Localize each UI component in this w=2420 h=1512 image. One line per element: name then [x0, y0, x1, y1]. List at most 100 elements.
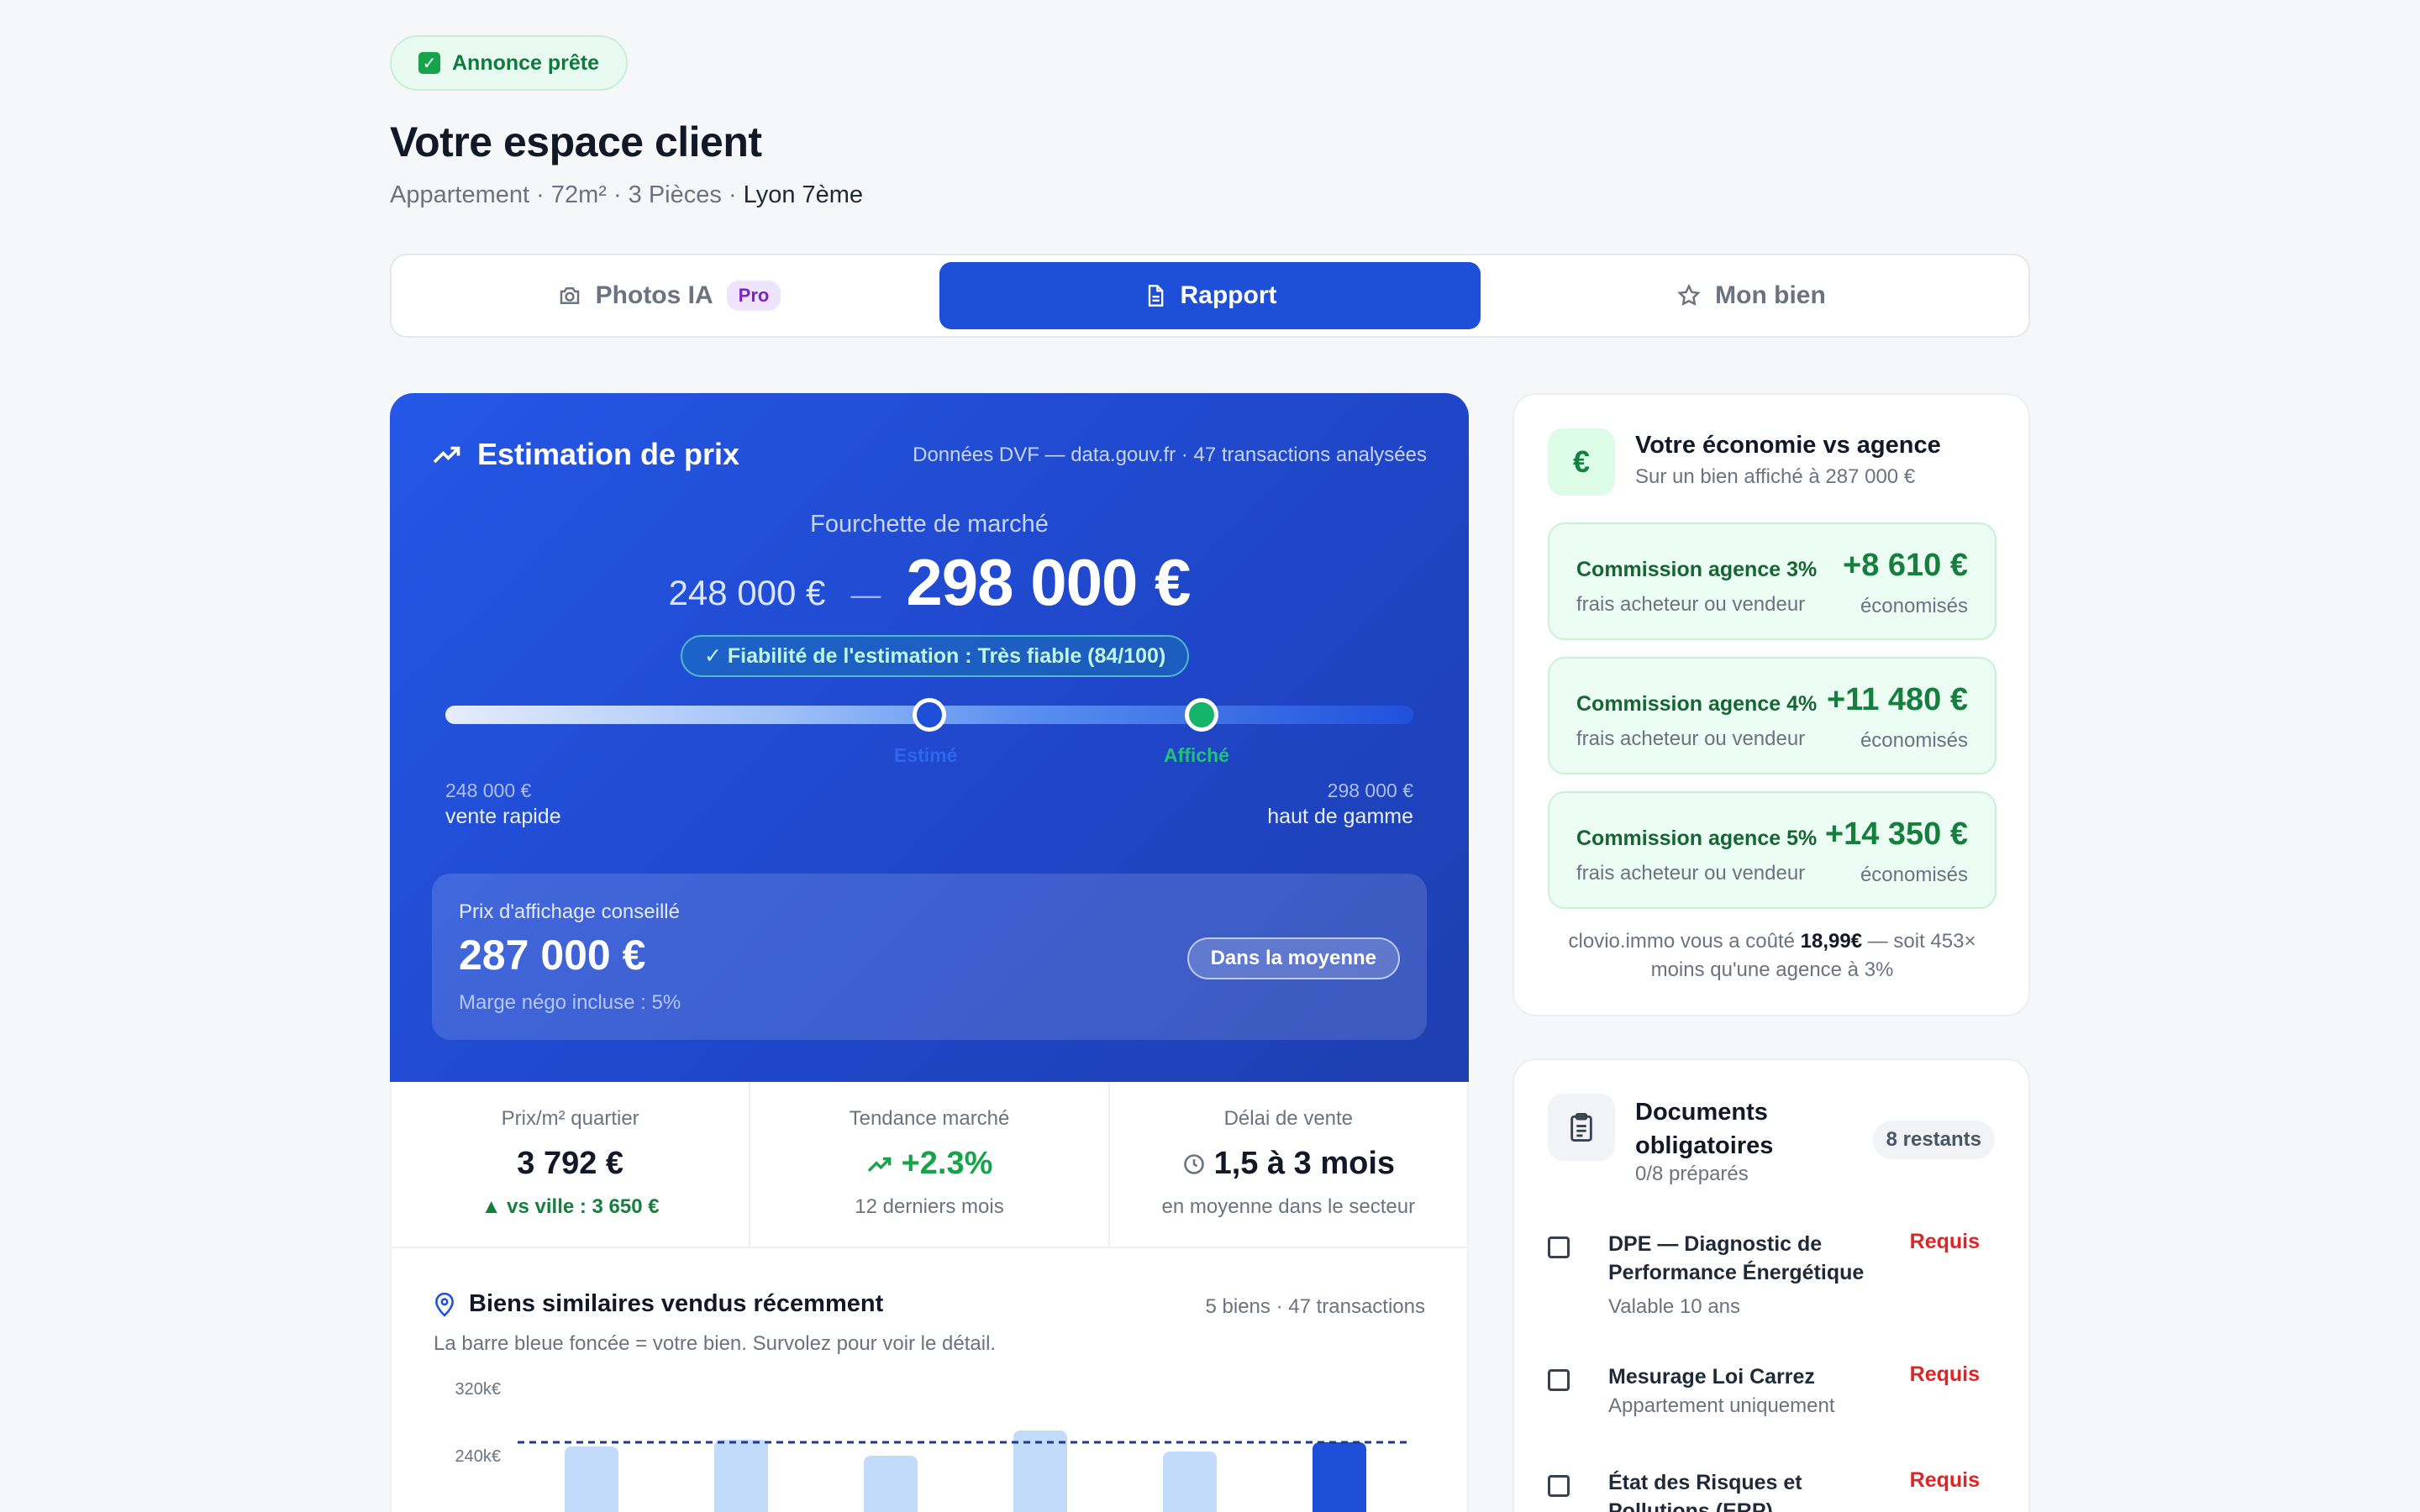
estimation-source: Données DVF — data.gouv.fr · 47 transact…	[913, 444, 1427, 466]
property-summary: Appartement · 72m² · 3 Pièces · Lyon 7èm…	[390, 181, 863, 209]
clock-icon	[1183, 1153, 1204, 1174]
document-icon	[1148, 285, 1163, 307]
cost-note-prefix: clovio.immo vous a coûté	[1568, 930, 1801, 953]
commission-name: Commission agence 5%	[1576, 827, 1818, 850]
stat-label: Prix/m² quartier	[501, 1107, 639, 1130]
map-pin-icon	[435, 1292, 454, 1317]
reliability-badge: ✓ Fiabilité de l'estimation : Très fiabl…	[681, 635, 1190, 677]
y-tick-mid: 240k€	[455, 1447, 502, 1466]
document-note: Valable 10 ans	[1608, 1295, 1741, 1318]
tab-mon-bien[interactable]: Mon bien	[1481, 262, 2022, 329]
commission-name: Commission agence 3%	[1576, 558, 1818, 581]
similar-sales-header: Biens similaires vendus récemment	[434, 1290, 883, 1318]
stat-period: 12 derniers mois	[855, 1195, 1004, 1218]
property-details: Appartement · 72m² · 3 Pièces ·	[390, 181, 744, 208]
document-checkbox[interactable]	[1548, 1369, 1570, 1391]
savings-title: Votre économie vs agence	[1635, 432, 1941, 459]
stat-market-trend: Tendance marché +2.3% 12 derniers mois	[750, 1082, 1110, 1247]
range-max-value: 298 000 €	[1327, 780, 1413, 801]
document-checkbox[interactable]	[1548, 1475, 1570, 1497]
stat-label: Délai de vente	[1223, 1107, 1354, 1130]
listing-ready-badge: ✓ Annonce prête	[390, 35, 629, 91]
range-max-label: haut de gamme	[1267, 805, 1413, 828]
tab-rapport[interactable]: Rapport	[939, 262, 1481, 329]
required-status: Requis	[1909, 1230, 1980, 1253]
commission-desc: frais acheteur ou vendeur	[1576, 727, 1806, 750]
similar-sales-title: Biens similaires vendus récemment	[469, 1290, 884, 1317]
documents-progress: 0/8 préparés	[1635, 1163, 1749, 1185]
similar-sale-bar[interactable]	[714, 1440, 768, 1512]
commission-saved-label: économisés	[1860, 864, 1968, 886]
documents-title: Documents obligatoires	[1635, 1099, 1774, 1159]
listing-ready-label: Annonce prête	[452, 50, 600, 75]
star-icon	[1677, 283, 1701, 307]
estimated-price-marker[interactable]	[913, 698, 946, 732]
range-min-value: 248 000 €	[445, 780, 532, 801]
similar-sale-bar[interactable]	[864, 1456, 918, 1512]
commission-desc: frais acheteur ou vendeur	[1576, 593, 1806, 616]
agency-savings-card: € Votre économie vs agence Sur un bien a…	[1512, 393, 2030, 1016]
document-name: État des Risques et Pollutions (ERP)	[1608, 1471, 1802, 1512]
required-status: Requis	[1909, 1468, 1980, 1492]
document-note: Appartement uniquement	[1608, 1394, 1835, 1417]
document-checkbox[interactable]	[1548, 1236, 1570, 1258]
remaining-documents-badge: 8 restants	[1872, 1121, 1995, 1159]
commission-row: Commission agence 4% frais acheteur ou v…	[1548, 657, 1996, 774]
commission-name: Commission agence 4%	[1576, 692, 1818, 716]
trend-up-icon	[867, 1157, 891, 1172]
tab-photos-ia-label: Photos IA	[595, 281, 713, 309]
market-stats: Prix/m² quartier 3 792 € ▲ vs ville : 3 …	[390, 1082, 1469, 1247]
range-separator: —	[850, 577, 881, 612]
your-property-bar[interactable]	[1313, 1442, 1366, 1512]
range-min-label: vente rapide	[445, 805, 561, 828]
stat-value-row: +2.3%	[750, 1146, 1107, 1182]
range-high-value: 298 000 €	[906, 545, 1191, 619]
estimation-header: Estimation de prix	[432, 437, 739, 472]
document-name: Mesurage Loi Carrez	[1608, 1365, 1815, 1389]
page-title: Votre espace client	[390, 118, 762, 165]
estimated-marker-label: Estimé	[894, 744, 958, 766]
average-position-button[interactable]: Dans la moyenne	[1186, 937, 1400, 979]
pro-badge: Pro	[726, 281, 781, 311]
euro-icon: €	[1548, 428, 1615, 496]
main-tabs: Photos IA Pro Rapport Mon bien	[390, 254, 2030, 338]
property-city: Lyon 7ème	[743, 181, 864, 208]
similar-sale-bar[interactable]	[565, 1446, 618, 1512]
similar-sales-count: 5 biens · 47 transactions	[1205, 1295, 1425, 1318]
required-status: Requis	[1909, 1362, 1980, 1386]
displayed-price-marker[interactable]	[1185, 698, 1218, 732]
range-low-value: 248 000 €	[668, 573, 826, 612]
client-space-page: ✓ Annonce prête Votre espace client Appa…	[0, 0, 2420, 1512]
recommended-price-label: Prix d'affichage conseillé	[459, 900, 680, 923]
savings-subtitle: Sur un bien affiché à 287 000 €	[1635, 465, 1916, 488]
tab-rapport-label: Rapport	[1180, 281, 1277, 309]
commission-saved-label: économisés	[1860, 729, 1968, 752]
similar-sales-chart[interactable]: 320k€ 240k€	[434, 1374, 1428, 1512]
stat-value: +2.3%	[901, 1146, 993, 1181]
y-tick-top: 320k€	[455, 1380, 502, 1399]
commission-row: Commission agence 5% frais acheteur ou v…	[1548, 791, 1996, 909]
commission-amount: +14 350 €	[1824, 816, 1968, 852]
cost-comparison-note: clovio.immo vous a coûté 18,99€ — soit 4…	[1548, 927, 1996, 984]
stat-value-row: 1,5 à 3 mois	[1110, 1146, 1467, 1182]
stat-context: en moyenne dans le secteur	[1161, 1195, 1416, 1218]
stat-price-per-sqm: Prix/m² quartier 3 792 € ▲ vs ville : 3 …	[392, 1082, 751, 1247]
document-name: DPE — Diagnostic de Performance Énergéti…	[1608, 1232, 1865, 1284]
market-range: 248 000 € — 298 000 €	[390, 544, 1469, 621]
recommended-price-value: 287 000 €	[459, 932, 646, 979]
similar-sales-description: La barre bleue foncée = votre bien. Surv…	[434, 1332, 997, 1355]
tab-photos-ia[interactable]: Photos IA Pro	[398, 262, 939, 329]
trend-up-icon	[433, 446, 460, 464]
price-estimation-card: Estimation de prix Données DVF — data.go…	[390, 393, 1469, 1082]
check-icon: ✓	[418, 52, 440, 74]
commission-desc: frais acheteur ou vendeur	[1576, 862, 1806, 885]
similar-sale-bar[interactable]	[1163, 1452, 1217, 1512]
similar-sales-section: Biens similaires vendus récemment 5 bien…	[390, 1247, 1469, 1512]
stat-sale-delay: Délai de vente 1,5 à 3 mois en moyenne d…	[1110, 1082, 1467, 1247]
tab-mon-bien-label: Mon bien	[1715, 281, 1826, 309]
cost-note-price: 18,99€	[1800, 930, 1863, 953]
commission-saved-label: économisés	[1860, 595, 1968, 617]
stat-value: 3 792 €	[517, 1146, 624, 1181]
recommended-price-box: Prix d'affichage conseillé 287 000 € Mar…	[432, 874, 1427, 1040]
market-range-label: Fourchette de marché	[810, 511, 1049, 538]
